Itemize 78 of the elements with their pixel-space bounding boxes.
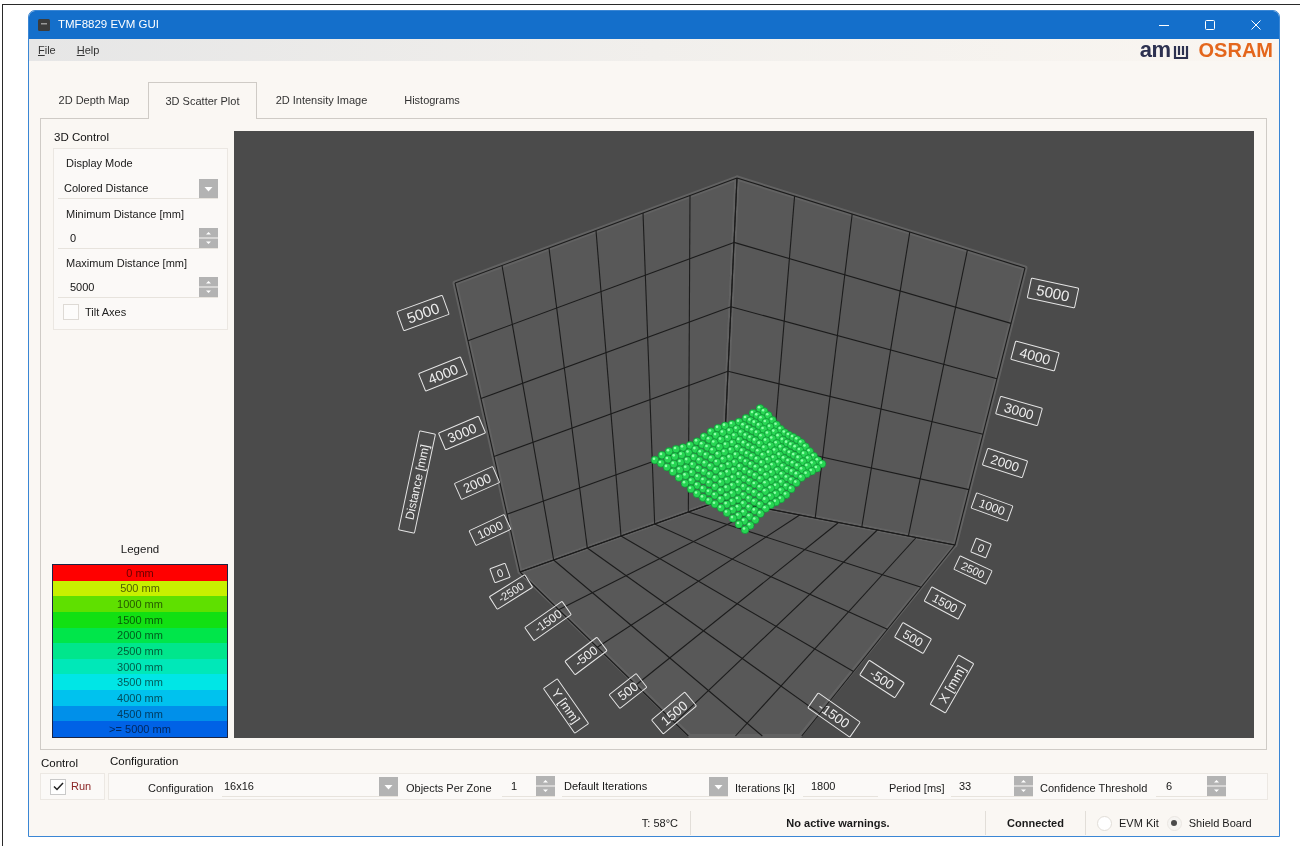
maximize-icon (1205, 20, 1215, 30)
axis-tick-label: 500 (608, 673, 648, 709)
checkbox[interactable] (63, 304, 79, 321)
axis-tick-label: 1000 (468, 514, 512, 546)
radio-label: EVM Kit (1119, 815, 1159, 831)
axis-tick-label: 2000 (981, 447, 1029, 479)
legend-item: 1000 mm (53, 596, 227, 612)
axis-tick-label: 5000 (1026, 277, 1080, 309)
axis-title: Distance [mm] (398, 430, 436, 534)
spinbox[interactable]: 5000 (58, 277, 218, 298)
spin-arrows-icon (1207, 776, 1226, 796)
axis-tick-label: 4000 (1010, 340, 1060, 372)
dropdown[interactable]: Colored Distance (58, 178, 218, 199)
field-label: Confidence Threshold (1040, 781, 1148, 794)
legend-item: 0 mm (53, 565, 227, 581)
axis-tick-label: 0 (489, 562, 511, 584)
axis-tick-label: 0 (970, 537, 992, 559)
close-icon (1251, 20, 1261, 30)
value-field: 1800 (803, 776, 878, 797)
spin-arrows-icon (1014, 776, 1033, 796)
section-title: Configuration (110, 755, 179, 768)
axis-tick-label: 2500 (953, 555, 993, 585)
axis-tick-label: 3000 (437, 415, 487, 451)
legend-item: 2500 mm (53, 643, 227, 659)
spin-arrows-icon (199, 228, 218, 248)
dropdown[interactable]: 16x16 (222, 776, 398, 797)
spinbox[interactable]: 0 (58, 228, 218, 249)
axis-tick-label: 5000 (396, 294, 450, 332)
spin-arrows-icon (536, 776, 555, 796)
spin-arrows-icon (199, 277, 218, 297)
field-label: Iterations [k] (735, 781, 795, 794)
field-label: Objects Per Zone (406, 781, 492, 794)
app-icon (38, 19, 50, 31)
logo-text: OSRAM (1198, 40, 1273, 60)
dropdown[interactable]: Default Iterations (562, 776, 728, 797)
check-icon (52, 782, 64, 791)
radio-button[interactable] (1097, 815, 1112, 831)
section-title: 3D Control (54, 131, 109, 144)
tab[interactable]: Histograms (386, 82, 478, 119)
section-title: Control (41, 756, 79, 769)
legend-item: 4000 mm (53, 690, 227, 706)
axis-tick-label: 1500 (923, 586, 967, 620)
spinbox[interactable]: 6 (1156, 776, 1226, 797)
field-label: Minimum Distance [mm] (66, 208, 184, 221)
axis-tick-label: 1000 (970, 492, 1014, 522)
radio-button[interactable] (1166, 815, 1182, 831)
axis-tick-label: 3000 (995, 395, 1043, 427)
warning-text: No active warnings. (786, 815, 890, 831)
checkbox-label: Tilt Axes (85, 305, 127, 320)
field-label: Configuration (148, 781, 214, 794)
spinbox[interactable]: 1 (502, 776, 555, 797)
logo-mark-icon (1172, 44, 1189, 59)
checkbox-label: Run (71, 779, 92, 795)
field-label: Maximum Distance [mm] (66, 257, 188, 270)
tab[interactable]: 2D Depth Map (40, 82, 148, 119)
field-label: Display Mode (66, 157, 133, 170)
spinbox[interactable]: 33 (951, 776, 1033, 797)
axis-tick-label: -500 (859, 659, 905, 699)
menu-item[interactable]: Help (76, 41, 100, 59)
connection-status: Connected (1007, 815, 1064, 831)
radio-label: Shield Board (1188, 815, 1252, 831)
tab[interactable]: 3D Scatter Plot (148, 82, 257, 119)
tab[interactable]: 2D Intensity Image (257, 82, 386, 119)
axis-tick-label: 500 (894, 621, 932, 655)
minimize-icon (1159, 24, 1169, 26)
axis-tick-label: -1500 (807, 692, 861, 738)
field-label: Period [ms] (889, 781, 945, 794)
logo-text: am (1139, 40, 1171, 60)
axis-tick-label: 2000 (453, 465, 501, 501)
axis-tick-label: -500 (564, 636, 608, 676)
legend-item: >= 5000 mm (53, 721, 227, 738)
legend-title: Legend (120, 543, 160, 556)
axis-tick-label: 4000 (418, 356, 468, 392)
menu-item[interactable]: File (38, 41, 56, 59)
window-title: TMF8829 EVM GUI (58, 17, 159, 33)
temperature-text: T: 58°C (641, 815, 678, 831)
legend-item: 3500 mm (53, 674, 227, 691)
checkbox[interactable] (50, 778, 66, 795)
